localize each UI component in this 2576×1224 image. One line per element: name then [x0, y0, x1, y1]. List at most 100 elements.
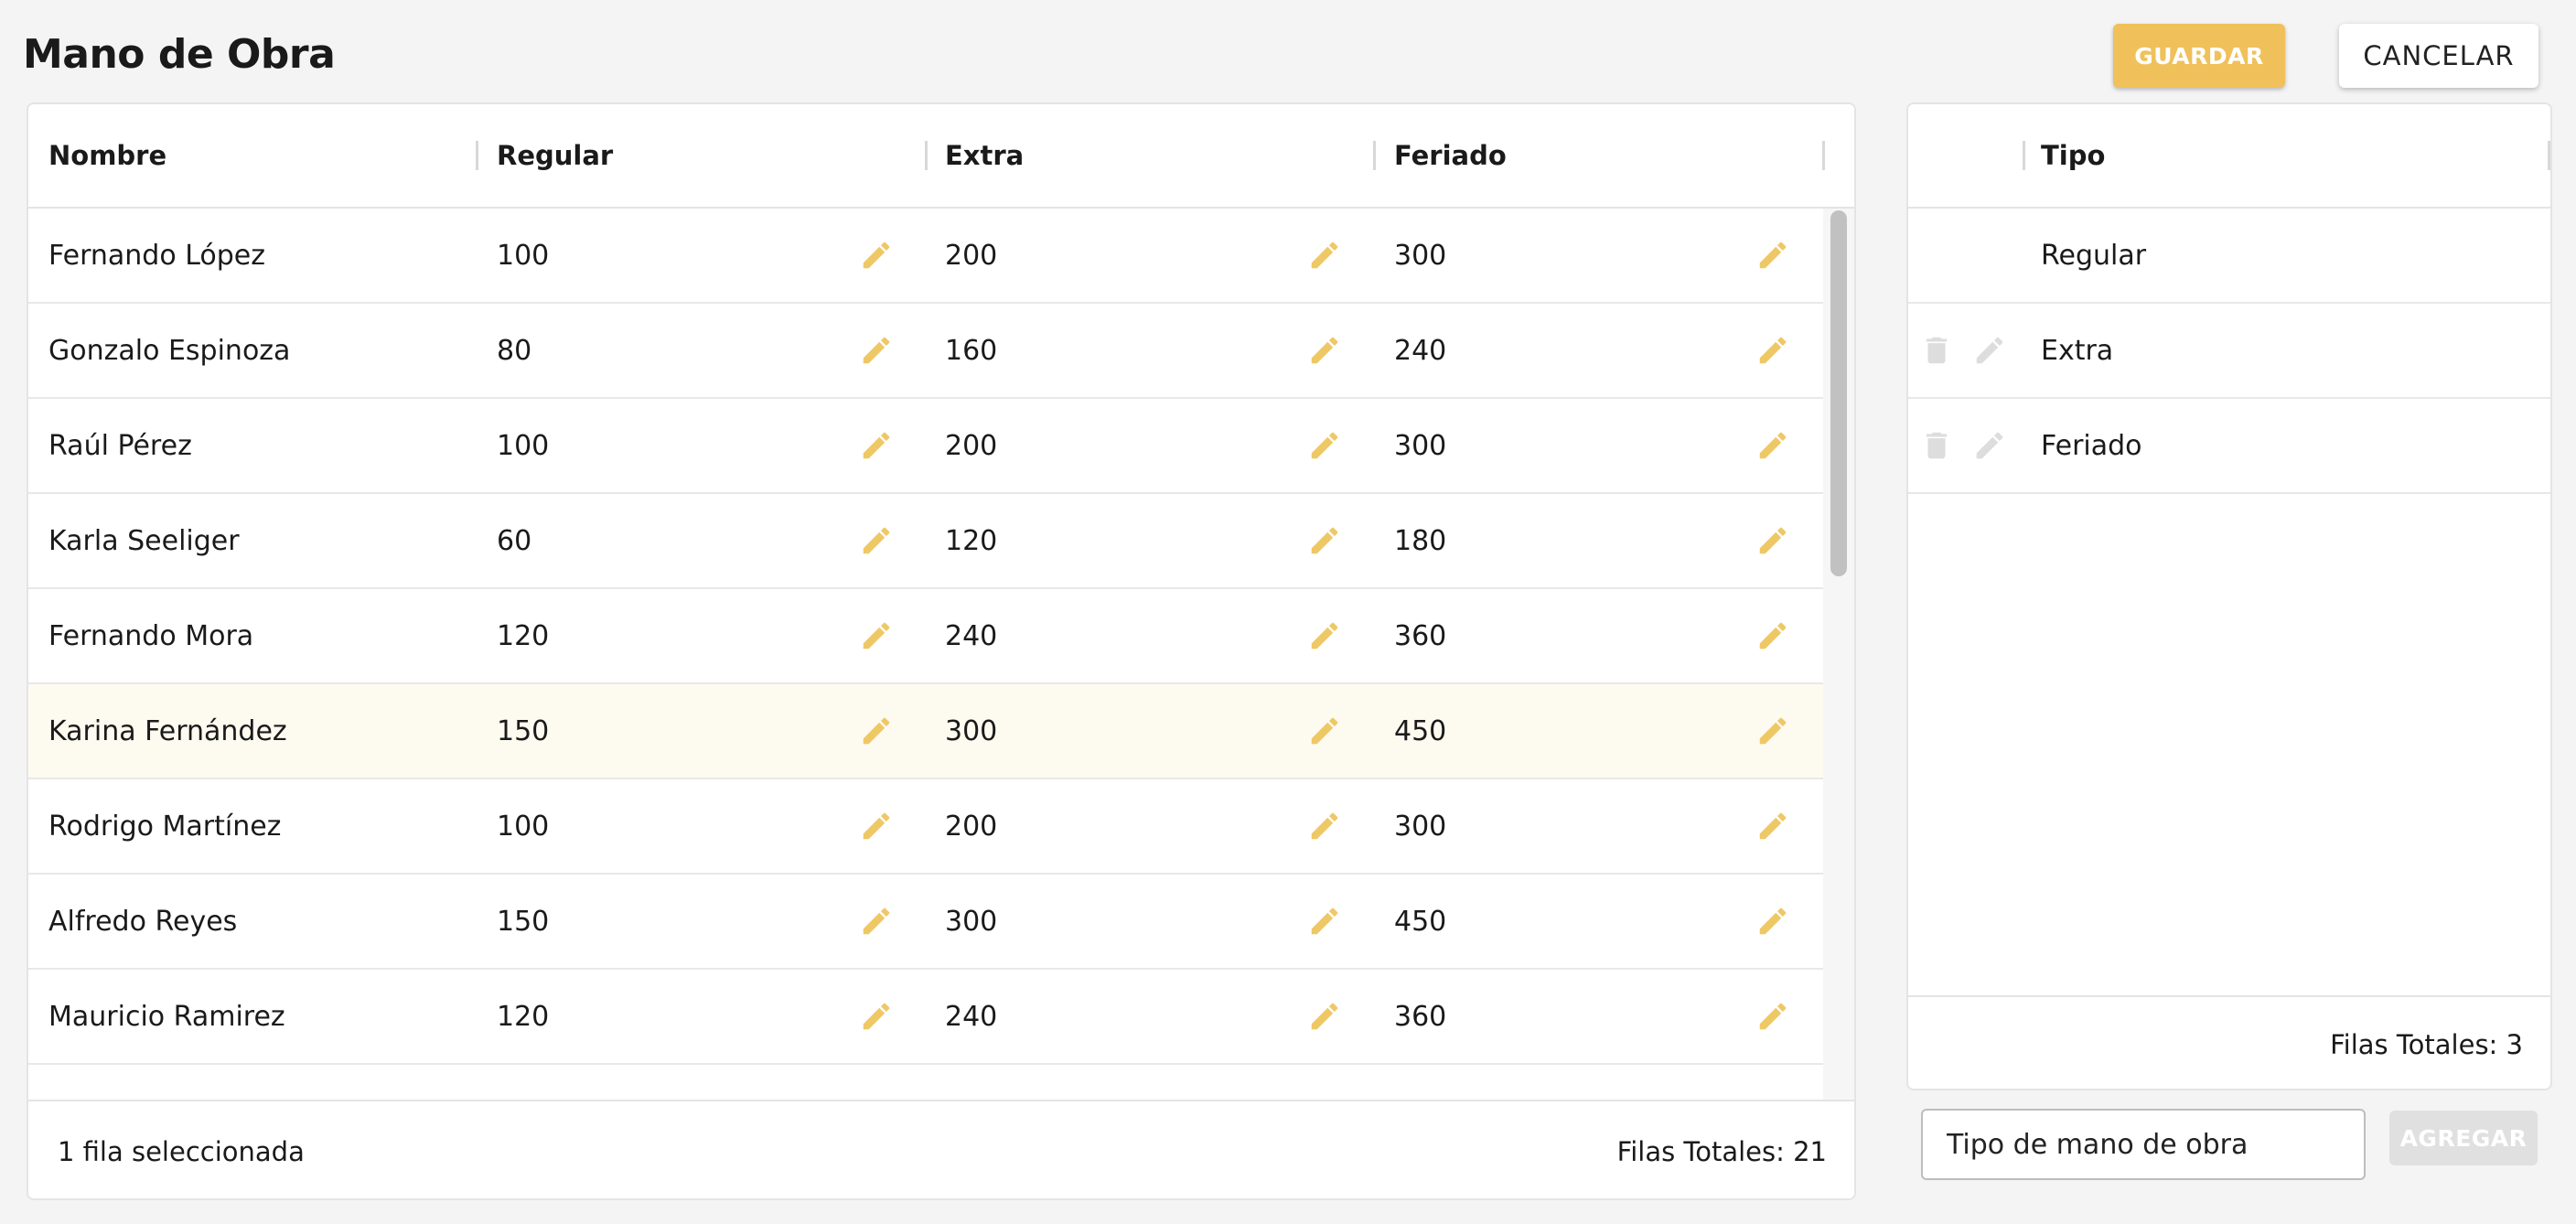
table-row[interactable]: Fernando López 100 200 300 — [28, 209, 1823, 304]
pencil-icon[interactable] — [1307, 904, 1342, 939]
cell-holiday: 450 — [1394, 905, 1447, 938]
cell-extra: 200 — [945, 810, 998, 843]
column-resize-handle[interactable] — [1373, 141, 1376, 170]
pencil-icon[interactable] — [1755, 999, 1790, 1034]
column-resize-handle[interactable] — [925, 141, 928, 170]
selected-count: 1 fila seleccionada — [58, 1136, 305, 1167]
cell-name: Karla Seeliger — [48, 524, 240, 557]
cell-regular: 150 — [497, 714, 550, 747]
cell-holiday: 300 — [1394, 429, 1447, 462]
column-resize-handle[interactable] — [2548, 141, 2550, 170]
cell-regular: 100 — [497, 810, 550, 843]
pencil-icon[interactable] — [1307, 333, 1342, 368]
pencil-icon[interactable] — [1755, 523, 1790, 558]
pencil-icon[interactable] — [859, 809, 894, 843]
pencil-icon[interactable] — [1755, 809, 1790, 843]
table-row[interactable]: Karla Seeliger 60 120 180 — [28, 494, 1823, 589]
column-header-name[interactable]: Nombre — [48, 104, 166, 207]
column-resize-handle[interactable] — [476, 141, 478, 170]
table-row[interactable]: Alfredo Reyes 150 300 450 — [28, 875, 1823, 970]
pencil-icon[interactable] — [859, 714, 894, 748]
pencil-icon[interactable] — [1307, 809, 1342, 843]
cell-regular: 80 — [497, 334, 532, 367]
trash-icon[interactable] — [1919, 428, 1954, 463]
table-row[interactable]: Karina Fernández 150 300 450 — [28, 684, 1823, 779]
pencil-icon[interactable] — [1307, 428, 1342, 463]
column-header-holiday[interactable]: Feriado — [1394, 104, 1507, 207]
type-grid-header: Tipo — [1908, 104, 2550, 209]
pencil-icon[interactable] — [1755, 904, 1790, 939]
pencil-icon[interactable] — [1307, 999, 1342, 1034]
pencil-icon[interactable] — [1307, 238, 1342, 273]
cell-regular: 60 — [497, 524, 532, 557]
table-row[interactable]: Fernando Mora 120 240 360 — [28, 589, 1823, 684]
scrollbar-thumb[interactable] — [1830, 210, 1847, 576]
pencil-icon[interactable] — [859, 904, 894, 939]
cell-holiday: 300 — [1394, 810, 1447, 843]
cell-extra: 200 — [945, 239, 998, 272]
cell-extra: 240 — [945, 619, 998, 652]
type-grid-footer: Filas Totales: 3 — [1908, 995, 2550, 1089]
pencil-icon[interactable] — [859, 618, 894, 653]
list-item[interactable]: Regular — [1908, 209, 2550, 304]
cell-name: Mauricio Ramirez — [48, 1000, 285, 1033]
pencil-icon[interactable] — [1755, 333, 1790, 368]
cell-name: Raúl Pérez — [48, 429, 192, 462]
cell-holiday: 180 — [1394, 524, 1447, 557]
table-row[interactable]: Gonzalo Espinoza 80 160 240 — [28, 304, 1823, 399]
column-header-extra[interactable]: Extra — [945, 104, 1024, 207]
save-button[interactable]: GUARDAR — [2113, 24, 2285, 88]
pencil-icon[interactable] — [859, 428, 894, 463]
table-row[interactable]: Mauricio Ramirez 120 240 360 — [28, 970, 1823, 1065]
cell-regular: 120 — [497, 1000, 550, 1033]
labor-type-field[interactable] — [1923, 1111, 2364, 1178]
grid-body: Fernando López 100 200 300 Gonzalo Espinoza 8… — [28, 209, 1854, 1198]
column-resize-handle[interactable] — [1822, 141, 1825, 170]
pencil-icon[interactable] — [1972, 333, 2007, 368]
labor-grid: Nombre Regular Extra Feriado Fernando Ló… — [27, 102, 1856, 1200]
cell-name: Fernando López — [48, 239, 266, 272]
cell-name: Fernando Mora — [48, 619, 254, 652]
labor-type-input[interactable] — [1921, 1109, 2366, 1180]
trash-icon[interactable] — [1919, 333, 1954, 368]
cell-extra: 160 — [945, 334, 998, 367]
cell-regular: 150 — [497, 905, 550, 938]
pencil-icon[interactable] — [1755, 428, 1790, 463]
page-title: Mano de Obra — [23, 31, 336, 78]
cell-extra: 120 — [945, 524, 998, 557]
cell-regular: 120 — [497, 619, 550, 652]
cell-holiday: 360 — [1394, 1000, 1447, 1033]
cell-regular: 100 — [497, 239, 550, 272]
grid-header: Nombre Regular Extra Feriado — [28, 104, 1854, 209]
pencil-icon[interactable] — [859, 333, 894, 368]
table-row[interactable]: Rodrigo Martínez 100 200 300 — [28, 779, 1823, 875]
cell-type: Extra — [2041, 334, 2114, 367]
cell-holiday: 360 — [1394, 619, 1447, 652]
pencil-icon[interactable] — [1307, 714, 1342, 748]
cell-name: Rodrigo Martínez — [48, 810, 282, 843]
table-row[interactable]: Raúl Pérez 100 200 300 — [28, 399, 1823, 494]
column-resize-handle[interactable] — [2023, 141, 2025, 170]
pencil-icon[interactable] — [1755, 238, 1790, 273]
cell-regular: 100 — [497, 429, 550, 462]
list-item[interactable]: Feriado — [1908, 399, 2550, 494]
column-header-regular[interactable]: Regular — [497, 104, 613, 207]
cell-name: Alfredo Reyes — [48, 905, 238, 938]
pencil-icon[interactable] — [1755, 714, 1790, 748]
type-grid-body: Regular Extra Feriado — [1908, 209, 2550, 1089]
pencil-icon[interactable] — [859, 523, 894, 558]
pencil-icon[interactable] — [1972, 428, 2007, 463]
pencil-icon[interactable] — [1307, 618, 1342, 653]
pencil-icon[interactable] — [1755, 618, 1790, 653]
pencil-icon[interactable] — [859, 238, 894, 273]
cancel-button[interactable]: CANCELAR — [2339, 24, 2538, 88]
add-button[interactable]: AGREGAR — [2389, 1111, 2538, 1165]
pencil-icon[interactable] — [859, 999, 894, 1034]
list-item[interactable]: Extra — [1908, 304, 2550, 399]
cell-type: Regular — [2041, 239, 2147, 272]
cell-extra: 240 — [945, 1000, 998, 1033]
pencil-icon[interactable] — [1307, 523, 1342, 558]
column-header-type[interactable]: Tipo — [2041, 104, 2105, 207]
cell-extra: 300 — [945, 905, 998, 938]
cell-name: Gonzalo Espinoza — [48, 334, 291, 367]
